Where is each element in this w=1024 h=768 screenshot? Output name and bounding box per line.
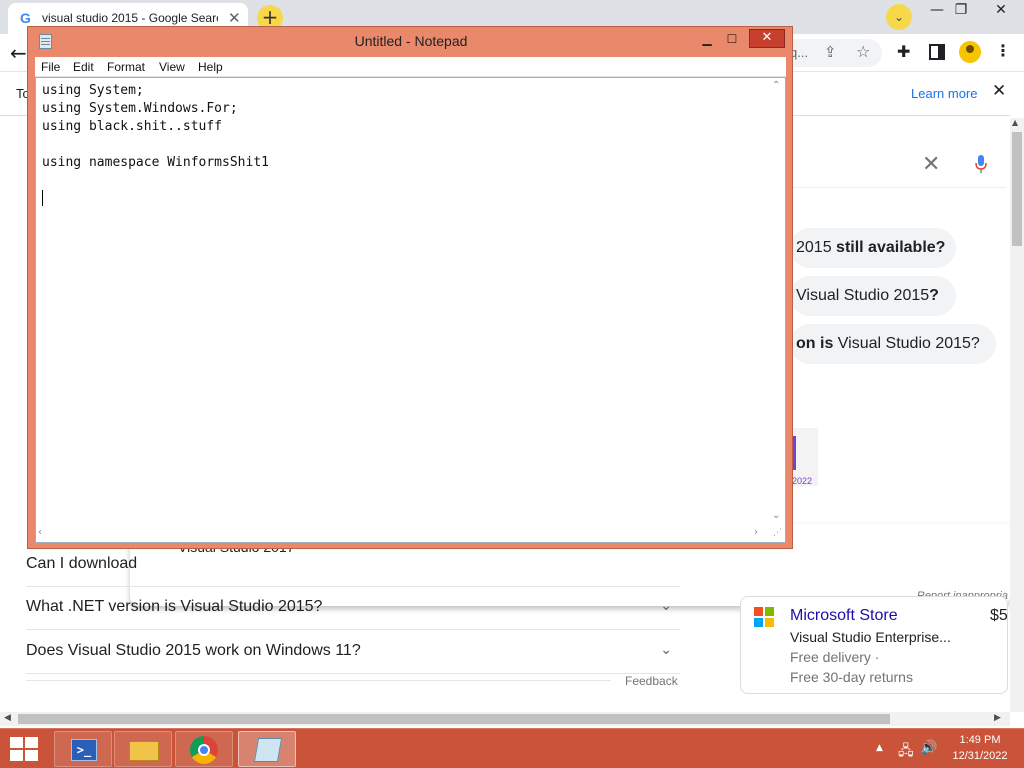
microsoft-logo-icon xyxy=(754,607,774,627)
chevron-down-icon: ⌄ xyxy=(660,642,672,658)
resize-grip-icon[interactable]: ⋰ xyxy=(773,528,782,538)
related-question-pill[interactable]: 2015 still available? xyxy=(790,228,956,268)
notepad-title: Untitled - Notepad xyxy=(354,33,468,49)
menu-format[interactable]: Format xyxy=(107,60,145,74)
show-hidden-icons-icon[interactable]: ▲ xyxy=(876,743,883,753)
share-icon[interactable]: ⇪ xyxy=(824,43,837,61)
faq-question: Can I download xyxy=(26,555,138,572)
scroll-up-arrow-icon[interactable]: ⌃ xyxy=(772,80,780,91)
pill-bold-text: on is xyxy=(796,335,834,352)
thumbnail-year: 2022 xyxy=(792,476,813,486)
page-horizontal-scroll-thumb[interactable] xyxy=(18,714,890,724)
chrome-icon xyxy=(190,736,218,764)
chrome-menu-icon[interactable]: ⋮ xyxy=(995,41,1011,60)
notepad-text-area[interactable]: using System; using System.Windows.For; … xyxy=(35,77,786,543)
faq-item[interactable]: Can I download xyxy=(26,543,680,587)
tab-search-button[interactable]: ⌄ xyxy=(886,4,912,30)
related-question-pill[interactable]: Visual Studio 2015? xyxy=(790,276,956,316)
store-offer-card[interactable]: Microsoft Store $5 Visual Studio Enterpr… xyxy=(740,596,1008,694)
google-favicon-icon: G xyxy=(20,10,31,26)
menu-file[interactable]: File xyxy=(41,60,60,74)
chevron-down-icon: ⌄ xyxy=(660,598,672,614)
divider xyxy=(26,680,611,681)
text-caret xyxy=(42,190,43,206)
powershell-icon: >_ xyxy=(71,739,97,761)
scroll-left-arrow-icon[interactable]: ‹ xyxy=(38,527,42,538)
network-icon[interactable]: 🖧 xyxy=(898,740,914,764)
taskbar-powershell[interactable]: >_ xyxy=(54,731,112,767)
notepad-maximize-button[interactable]: ☐ xyxy=(720,30,744,48)
notepad-icon xyxy=(253,738,283,762)
scroll-right-arrow-icon[interactable]: › xyxy=(754,527,758,538)
tab-close-icon[interactable]: ✕ xyxy=(228,9,241,27)
pill-bold-text: still available? xyxy=(836,239,946,256)
tab-title: visual studio 2015 - Google Search xyxy=(42,11,218,25)
scroll-down-arrow-icon[interactable]: ⌄ xyxy=(772,510,780,521)
microphone-icon[interactable] xyxy=(975,155,987,173)
faq-question: Does Visual Studio 2015 work on Windows … xyxy=(26,642,361,659)
faq-item[interactable]: Does Visual Studio 2015 work on Windows … xyxy=(26,630,680,674)
store-delivery: Free delivery · xyxy=(790,649,880,665)
start-button[interactable] xyxy=(10,737,38,761)
store-price: $5 xyxy=(990,607,1008,624)
menu-view[interactable]: View xyxy=(159,60,185,74)
store-name-link[interactable]: Microsoft Store xyxy=(790,607,898,625)
notepad-menubar: File Edit Format View Help xyxy=(35,57,786,77)
bookmark-star-icon[interactable]: ☆ xyxy=(856,42,870,61)
profile-avatar-icon[interactable] xyxy=(959,41,981,63)
menu-help[interactable]: Help xyxy=(198,60,223,74)
scroll-right-arrow-icon[interactable]: ▶ xyxy=(994,713,1001,723)
browser-close-button[interactable]: ✕ xyxy=(986,2,1016,26)
clock-time[interactable]: 1:49 PM xyxy=(944,734,1016,746)
info-bar-close-icon[interactable]: ✕ xyxy=(992,81,1006,101)
store-returns: Free 30-day returns xyxy=(790,669,913,685)
taskbar: >_ ▲ 🖧 🔊 1:49 PM 12/31/2022 xyxy=(0,728,1024,768)
faq-item[interactable]: What .NET version is Visual Studio 2015?… xyxy=(26,586,680,630)
notepad-window: Untitled - Notepad ▁ ☐ ✕ File Edit Forma… xyxy=(27,26,793,549)
scroll-left-arrow-icon[interactable]: ◀ xyxy=(4,713,11,723)
faq-question: What .NET version is Visual Studio 2015? xyxy=(26,598,323,615)
page-vertical-scroll-thumb[interactable] xyxy=(1012,132,1022,246)
clock-date[interactable]: 12/31/2022 xyxy=(944,750,1016,762)
pill-bold-text: ? xyxy=(929,287,939,304)
back-arrow-icon[interactable]: ← xyxy=(10,41,27,65)
notepad-horizontal-scrollbar[interactable]: ‹ › xyxy=(36,525,769,542)
learn-more-link[interactable]: Learn more xyxy=(911,86,977,101)
notepad-close-button[interactable]: ✕ xyxy=(749,29,785,48)
taskbar-chrome[interactable] xyxy=(175,731,233,767)
taskbar-file-explorer[interactable] xyxy=(114,731,172,767)
notepad-minimize-button[interactable]: ▁ xyxy=(695,30,719,48)
notepad-vertical-scrollbar[interactable]: ⌃ ⌄ xyxy=(769,78,785,525)
scroll-up-arrow-icon[interactable]: ▲ xyxy=(1012,118,1018,127)
related-question-pill[interactable]: on is Visual Studio 2015? xyxy=(790,324,996,364)
extensions-puzzle-icon[interactable]: ✚ xyxy=(897,42,910,61)
taskbar-notepad[interactable] xyxy=(238,731,296,767)
feedback-link[interactable]: Feedback xyxy=(625,674,678,688)
volume-icon[interactable]: 🔊 xyxy=(920,740,937,756)
desktop-screen: G visual studio 2015 - Google Search ✕ +… xyxy=(0,0,1024,768)
menu-edit[interactable]: Edit xyxy=(73,60,94,74)
omnibox[interactable]: q... ⇪ ☆ xyxy=(782,39,882,67)
side-panel-icon[interactable] xyxy=(929,44,945,60)
folder-icon xyxy=(129,741,159,761)
clear-search-icon[interactable]: ✕ xyxy=(922,152,940,177)
pill-text: Visual Studio 2015? xyxy=(833,335,980,352)
notepad-content: using System; using System.Windows.For; … xyxy=(42,83,269,170)
pill-text: 2015 xyxy=(796,239,837,256)
pill-text: Visual Studio 2015 xyxy=(796,287,930,304)
store-product: Visual Studio Enterprise... xyxy=(790,629,951,645)
search-box[interactable]: ✕ xyxy=(790,142,1006,188)
browser-restore-button[interactable]: ❐ xyxy=(946,2,976,26)
